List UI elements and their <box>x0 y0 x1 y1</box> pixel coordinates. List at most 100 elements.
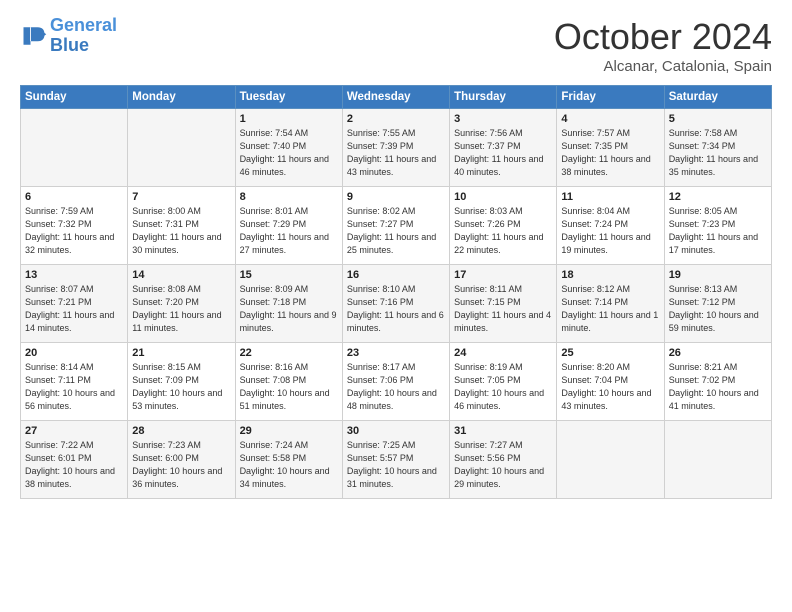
calendar-table: SundayMondayTuesdayWednesdayThursdayFrid… <box>20 85 772 499</box>
day-info: Sunrise: 8:05 AMSunset: 7:23 PMDaylight:… <box>669 205 767 257</box>
day-number: 20 <box>25 347 123 359</box>
day-info: Sunrise: 8:21 AMSunset: 7:02 PMDaylight:… <box>669 361 767 413</box>
calendar-cell: 22Sunrise: 8:16 AMSunset: 7:08 PMDayligh… <box>235 343 342 421</box>
day-info: Sunrise: 8:09 AMSunset: 7:18 PMDaylight:… <box>240 283 338 335</box>
calendar-cell <box>128 109 235 187</box>
logo-text: General Blue <box>50 16 117 56</box>
calendar-cell <box>21 109 128 187</box>
calendar-cell: 20 Sunrise: 8:14 AMSunset: 7:11 PMDayligh… <box>21 343 128 421</box>
day-number: 19 <box>669 269 767 281</box>
calendar-week-row: 6 Sunrise: 7:59 AMSunset: 7:32 PMDaylight… <box>21 187 772 265</box>
day-number: 15 <box>240 269 338 281</box>
day-number: 24 <box>454 347 552 359</box>
day-info: Sunrise: 8:07 AMSunset: 7:21 PMDaylight:… <box>25 283 123 335</box>
day-info: Sunrise: 7:58 AMSunset: 7:34 PMDaylight:… <box>669 127 767 179</box>
calendar-week-row: 13 Sunrise: 8:07 AMSunset: 7:21 PMDayligh… <box>21 265 772 343</box>
day-info: Sunrise: 7:56 AMSunset: 7:37 PMDaylight:… <box>454 127 552 179</box>
day-number: 3 <box>454 113 552 125</box>
calendar-cell: 23 Sunrise: 8:17 AMSunset: 7:06 PMDayligh… <box>342 343 449 421</box>
calendar-cell: 19 Sunrise: 8:13 AMSunset: 7:12 PMDayligh… <box>664 265 771 343</box>
calendar-cell: 7Sunrise: 8:00 AMSunset: 7:31 PMDaylight… <box>128 187 235 265</box>
calendar-cell: 5Sunrise: 7:58 AMSunset: 7:34 PMDaylight… <box>664 109 771 187</box>
calendar-cell: 24 Sunrise: 8:19 AMSunset: 7:05 PMDayligh… <box>450 343 557 421</box>
day-number: 13 <box>25 269 123 281</box>
day-number: 6 <box>25 191 123 203</box>
day-info: Sunrise: 8:12 AMSunset: 7:14 PMDaylight:… <box>561 283 659 335</box>
month-title: October 2024 <box>554 16 772 58</box>
calendar-cell: 29 Sunrise: 7:24 AMSunset: 5:58 PMDayligh… <box>235 421 342 499</box>
day-number: 25 <box>561 347 659 359</box>
calendar-cell: 12 Sunrise: 8:05 AMSunset: 7:23 PMDayligh… <box>664 187 771 265</box>
day-info: Sunrise: 8:00 AMSunset: 7:31 PMDaylight:… <box>132 205 230 257</box>
title-block: October 2024 Alcanar, Catalonia, Spain <box>554 16 772 75</box>
day-info: Sunrise: 8:19 AMSunset: 7:05 PMDaylight:… <box>454 361 552 413</box>
day-info: Sunrise: 7:54 AMSunset: 7:40 PMDaylight:… <box>240 127 338 179</box>
location-title: Alcanar, Catalonia, Spain <box>554 58 772 75</box>
calendar-cell <box>664 421 771 499</box>
page: General Blue October 2024 Alcanar, Catal… <box>0 0 792 612</box>
day-info: Sunrise: 8:14 AMSunset: 7:11 PMDaylight:… <box>25 361 123 413</box>
day-info: Sunrise: 8:10 AMSunset: 7:16 PMDaylight:… <box>347 283 445 335</box>
day-info: Sunrise: 8:20 AMSunset: 7:04 PMDaylight:… <box>561 361 659 413</box>
day-info: Sunrise: 7:55 AMSunset: 7:39 PMDaylight:… <box>347 127 445 179</box>
calendar-week-row: 20 Sunrise: 8:14 AMSunset: 7:11 PMDayligh… <box>21 343 772 421</box>
day-number: 16 <box>347 269 445 281</box>
day-number: 2 <box>347 113 445 125</box>
day-number: 18 <box>561 269 659 281</box>
calendar-cell: 25 Sunrise: 8:20 AMSunset: 7:04 PMDayligh… <box>557 343 664 421</box>
calendar-cell: 30Sunrise: 7:25 AMSunset: 5:57 PMDayligh… <box>342 421 449 499</box>
calendar-cell: 8 Sunrise: 8:01 AMSunset: 7:29 PMDaylight… <box>235 187 342 265</box>
calendar-cell: 14 Sunrise: 8:08 AMSunset: 7:20 PMDayligh… <box>128 265 235 343</box>
day-info: Sunrise: 7:59 AMSunset: 7:32 PMDaylight:… <box>25 205 123 257</box>
calendar-cell: 15 Sunrise: 8:09 AMSunset: 7:18 PMDayligh… <box>235 265 342 343</box>
header: General Blue October 2024 Alcanar, Catal… <box>20 16 772 75</box>
weekday-header-row: SundayMondayTuesdayWednesdayThursdayFrid… <box>21 86 772 109</box>
calendar-cell: 11Sunrise: 8:04 AMSunset: 7:24 PMDayligh… <box>557 187 664 265</box>
day-number: 29 <box>240 425 338 437</box>
day-number: 23 <box>347 347 445 359</box>
calendar-cell: 10 Sunrise: 8:03 AMSunset: 7:26 PMDayligh… <box>450 187 557 265</box>
day-info: Sunrise: 8:01 AMSunset: 7:29 PMDaylight:… <box>240 205 338 257</box>
day-info: Sunrise: 7:24 AMSunset: 5:58 PMDaylight:… <box>240 439 338 491</box>
day-info: Sunrise: 8:17 AMSunset: 7:06 PMDaylight:… <box>347 361 445 413</box>
day-info: Sunrise: 7:27 AMSunset: 5:56 PMDaylight:… <box>454 439 552 491</box>
logo-general: General <box>50 15 117 35</box>
day-info: Sunrise: 8:02 AMSunset: 7:27 PMDaylight:… <box>347 205 445 257</box>
weekday-header-friday: Friday <box>557 86 664 109</box>
calendar-week-row: 27Sunrise: 7:22 AMSunset: 6:01 PMDayligh… <box>21 421 772 499</box>
day-number: 4 <box>561 113 659 125</box>
day-number: 8 <box>240 191 338 203</box>
day-number: 9 <box>347 191 445 203</box>
calendar-cell: 31Sunrise: 7:27 AMSunset: 5:56 PMDayligh… <box>450 421 557 499</box>
calendar-cell: 28Sunrise: 7:23 AMSunset: 6:00 PMDayligh… <box>128 421 235 499</box>
day-number: 1 <box>240 113 338 125</box>
logo: General Blue <box>20 16 117 56</box>
calendar-cell <box>557 421 664 499</box>
day-info: Sunrise: 8:03 AMSunset: 7:26 PMDaylight:… <box>454 205 552 257</box>
day-number: 17 <box>454 269 552 281</box>
day-number: 14 <box>132 269 230 281</box>
day-number: 10 <box>454 191 552 203</box>
weekday-header-monday: Monday <box>128 86 235 109</box>
calendar-cell: 18 Sunrise: 8:12 AMSunset: 7:14 PMDayligh… <box>557 265 664 343</box>
calendar-week-row: 1 Sunrise: 7:54 AMSunset: 7:40 PMDaylight… <box>21 109 772 187</box>
calendar-cell: 4 Sunrise: 7:57 AMSunset: 7:35 PMDaylight… <box>557 109 664 187</box>
day-number: 26 <box>669 347 767 359</box>
day-info: Sunrise: 7:57 AMSunset: 7:35 PMDaylight:… <box>561 127 659 179</box>
calendar-cell: 17Sunrise: 8:11 AMSunset: 7:15 PMDayligh… <box>450 265 557 343</box>
weekday-header-saturday: Saturday <box>664 86 771 109</box>
day-info: Sunrise: 7:23 AMSunset: 6:00 PMDaylight:… <box>132 439 230 491</box>
calendar-cell: 21Sunrise: 8:15 AMSunset: 7:09 PMDayligh… <box>128 343 235 421</box>
calendar-cell: 2 Sunrise: 7:55 AMSunset: 7:39 PMDaylight… <box>342 109 449 187</box>
day-info: Sunrise: 8:13 AMSunset: 7:12 PMDaylight:… <box>669 283 767 335</box>
day-info: Sunrise: 8:08 AMSunset: 7:20 PMDaylight:… <box>132 283 230 335</box>
calendar-cell: 6 Sunrise: 7:59 AMSunset: 7:32 PMDaylight… <box>21 187 128 265</box>
day-number: 12 <box>669 191 767 203</box>
weekday-header-thursday: Thursday <box>450 86 557 109</box>
day-number: 30 <box>347 425 445 437</box>
calendar-cell: 1 Sunrise: 7:54 AMSunset: 7:40 PMDaylight… <box>235 109 342 187</box>
day-number: 21 <box>132 347 230 359</box>
day-number: 22 <box>240 347 338 359</box>
weekday-header-tuesday: Tuesday <box>235 86 342 109</box>
day-number: 11 <box>561 191 659 203</box>
